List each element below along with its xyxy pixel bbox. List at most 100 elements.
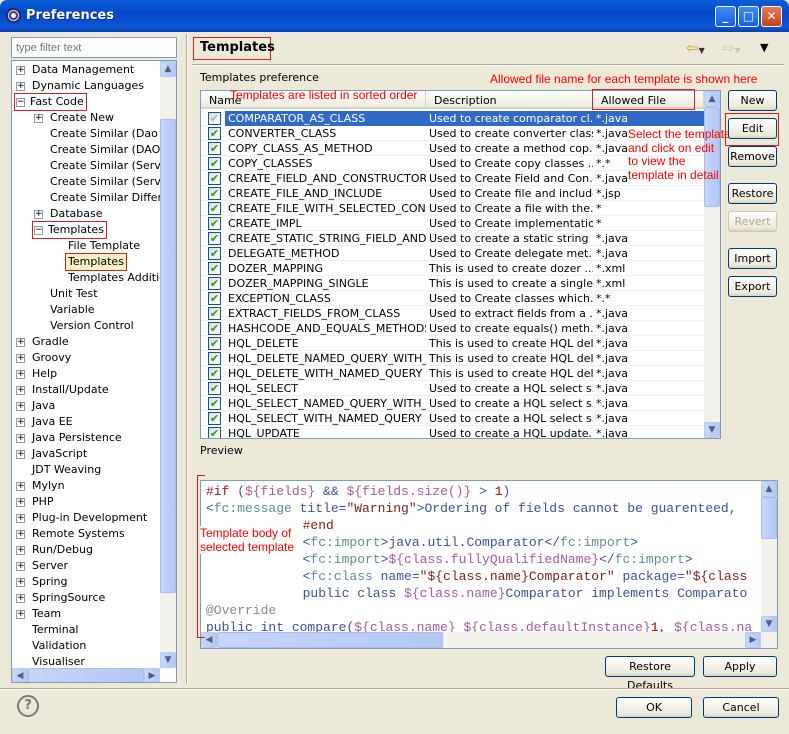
preview-vertical-scrollbar[interactable]: ▲ ▼ [761, 481, 777, 632]
expand-icon[interactable]: + [16, 418, 25, 427]
row-checkbox[interactable]: ✔ [208, 127, 221, 140]
import-button[interactable]: Import [728, 248, 777, 269]
tree-item[interactable]: Create Similar (DAO to [12, 142, 175, 158]
row-checkbox[interactable]: ✔ [208, 142, 221, 155]
maximize-button[interactable]: □ [738, 6, 759, 27]
scroll-right-icon[interactable]: ▶ [745, 632, 761, 648]
row-checkbox[interactable]: ✔ [208, 292, 221, 305]
expand-icon[interactable]: + [16, 562, 25, 571]
table-row[interactable]: ✔ HQL_DELETE This is used to create HQL de… [201, 336, 704, 351]
expand-icon[interactable]: + [34, 114, 43, 123]
expand-icon[interactable]: + [16, 434, 25, 443]
expand-icon[interactable]: + [16, 370, 25, 379]
expand-icon[interactable]: + [16, 402, 25, 411]
table-row[interactable]: ✔ CREATE_FILE_AND_INCLUDE Used to Create f… [201, 186, 704, 201]
row-checkbox[interactable]: ✔ [208, 367, 221, 380]
row-checkbox[interactable]: ✔ [208, 247, 221, 260]
tree-item[interactable]: + Dynamic Languages [12, 78, 160, 94]
tree-item[interactable]: + Install/Update [12, 382, 160, 398]
cancel-button[interactable]: Cancel [703, 697, 779, 718]
table-row[interactable]: ✔ CREATE_FILE_WITH_SELECTED_CON... Used to… [201, 201, 704, 216]
tree-item[interactable]: − Fast Code [12, 93, 160, 111]
tree-item[interactable]: Templates [12, 253, 160, 271]
row-checkbox[interactable]: ✔ [208, 352, 221, 365]
table-row[interactable]: ✔ HQL_SELECT_WITH_NAMED_QUERY Used to crea… [201, 411, 704, 426]
row-checkbox[interactable]: ✔ [208, 337, 221, 350]
tree-item[interactable]: File Template [12, 238, 160, 254]
expand-icon[interactable]: + [16, 82, 25, 91]
tree-item[interactable]: + Server [12, 558, 160, 574]
back-arrow-icon[interactable]: ⇦▼ [686, 39, 705, 57]
tree-item[interactable]: − Templates [12, 221, 160, 239]
revert-button[interactable]: Revert [728, 211, 777, 232]
filter-input[interactable] [11, 37, 177, 58]
expand-icon[interactable]: + [16, 66, 25, 75]
expand-icon[interactable]: + [16, 594, 25, 603]
tree-item[interactable]: + SpringSource [12, 590, 160, 606]
expand-icon[interactable]: + [16, 354, 25, 363]
tree-item[interactable]: JDT Weaving [12, 462, 160, 478]
tree-item[interactable]: Create Similar (Service [12, 158, 176, 174]
apply-button[interactable]: Apply [703, 656, 777, 677]
remove-button[interactable]: Remove [728, 146, 777, 167]
row-checkbox[interactable]: ✔ [208, 382, 221, 395]
view-menu-icon[interactable]: ▼ [760, 41, 768, 54]
expand-icon[interactable]: + [16, 386, 25, 395]
tree-item[interactable]: + Remote Systems [12, 526, 160, 542]
row-checkbox[interactable]: ✔ [208, 187, 221, 200]
tree-item[interactable]: + Help [12, 366, 160, 382]
tree-item[interactable]: + Spring [12, 574, 160, 590]
new-button[interactable]: New [728, 90, 777, 111]
scroll-up-icon[interactable]: ▲ [704, 91, 720, 107]
expand-icon[interactable]: + [16, 530, 25, 539]
tree-item[interactable]: Templates Addition [12, 270, 173, 286]
table-row[interactable]: ✔ HQL_UPDATE Used to create a HQL update..… [201, 426, 704, 438]
table-row[interactable]: ✔ HQL_SELECT Used to create a HQL select s… [201, 381, 704, 396]
tree-item[interactable]: Create Similar (Dao Se [12, 126, 175, 142]
tree-item[interactable]: + Run/Debug [12, 542, 160, 558]
preview-horizontal-scrollbar[interactable]: ◀ ▶ [201, 632, 777, 648]
expand-icon[interactable]: + [16, 498, 25, 507]
tree-item[interactable]: Terminal [12, 622, 160, 638]
edit-button[interactable]: Edit [728, 118, 777, 139]
restore-button[interactable]: Restore [728, 183, 777, 204]
tree-item[interactable]: Create Similar (Service [12, 174, 176, 190]
row-checkbox[interactable]: ✔ [208, 322, 221, 335]
tree-item[interactable]: + JavaScript [12, 446, 160, 462]
expand-icon[interactable]: + [16, 338, 25, 347]
table-row[interactable]: ✔ CREATE_STATIC_STRING_FIELD_AND... Used t… [201, 231, 704, 246]
tree-item[interactable]: + Mylyn [12, 478, 160, 494]
table-row[interactable]: ✔ COMPARATOR_AS_CLASS Used to create compa… [201, 111, 704, 126]
row-checkbox[interactable]: ✔ [208, 277, 221, 290]
row-checkbox[interactable]: ✔ [208, 157, 221, 170]
row-checkbox[interactable]: ✔ [208, 232, 221, 245]
tree-item[interactable]: + Java [12, 398, 160, 414]
expand-icon[interactable]: + [16, 610, 25, 619]
export-button[interactable]: Export [728, 276, 777, 297]
table-row[interactable]: ✔ DELEGATE_METHOD Used to Create delegate … [201, 246, 704, 261]
tree-item[interactable]: + Java EE [12, 414, 160, 430]
restore-defaults-button[interactable]: Restore Defaults [605, 656, 695, 692]
expand-icon[interactable]: + [16, 578, 25, 587]
tree-item[interactable]: Unit Test [12, 286, 160, 302]
scroll-left-icon[interactable]: ◀ [12, 668, 28, 682]
scroll-down-icon[interactable]: ▼ [704, 422, 720, 438]
table-row[interactable]: ✔ HQL_DELETE_WITH_NAMED_QUERY This is used… [201, 366, 704, 381]
expand-icon[interactable]: + [16, 546, 25, 555]
sash[interactable] [186, 34, 188, 684]
forward-arrow-icon[interactable]: ⇨▼ [722, 39, 741, 57]
row-checkbox[interactable]: ✔ [208, 202, 221, 215]
minimize-button[interactable]: _ [715, 6, 736, 27]
table-row[interactable]: ✔ DOZER_MAPPING_SINGLE This is used to cre… [201, 276, 704, 291]
scroll-up-icon[interactable]: ▲ [761, 481, 777, 497]
table-row[interactable]: ✔ CREATE_IMPL Used to Create implementatio… [201, 216, 704, 231]
row-checkbox[interactable]: ✔ [208, 427, 221, 438]
scroll-thumb[interactable] [217, 632, 443, 648]
scroll-down-icon[interactable]: ▼ [761, 616, 777, 632]
row-checkbox[interactable]: ✔ [208, 172, 221, 185]
tree-item[interactable]: Variable [12, 302, 160, 318]
scroll-right-icon[interactable]: ▶ [144, 668, 160, 682]
expand-icon[interactable]: + [16, 482, 25, 491]
tree-item[interactable]: + Data Management [12, 62, 160, 78]
row-checkbox[interactable]: ✔ [208, 307, 221, 320]
